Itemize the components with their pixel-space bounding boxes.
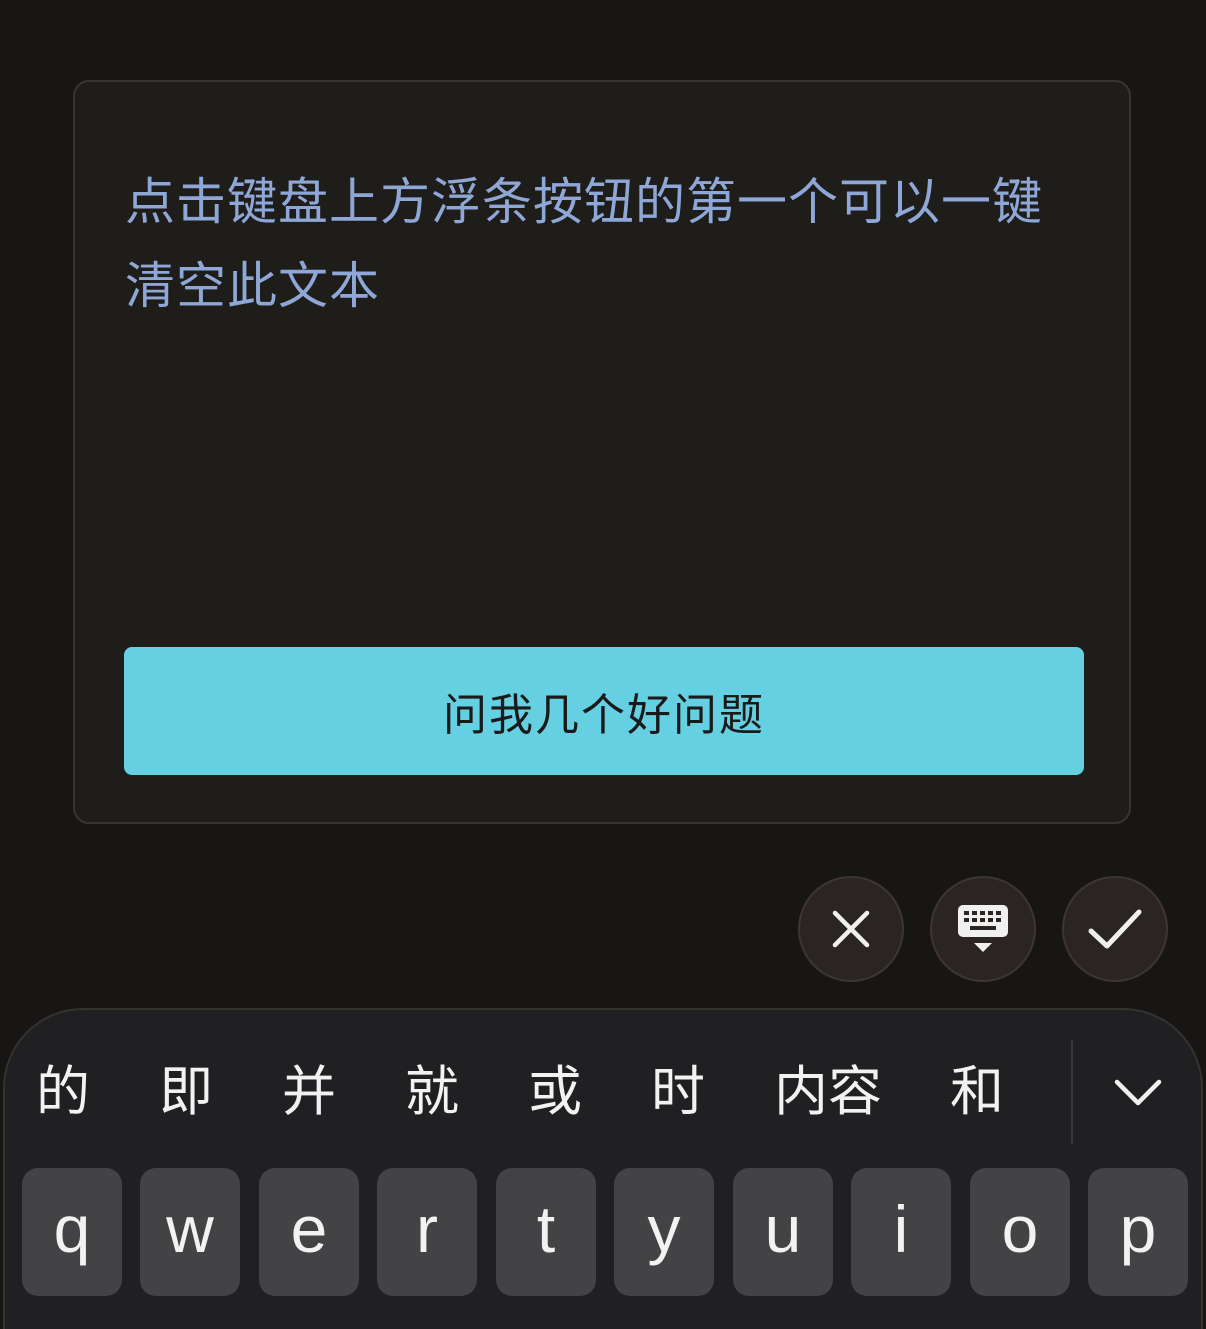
screen: 点击键盘上方浮条按钮的第一个可以一键清空此文本 问我几个好问题 的 即 并 就 … xyxy=(0,0,1206,1329)
key-q[interactable]: q xyxy=(22,1168,122,1296)
candidate-item[interactable]: 时 xyxy=(651,1040,705,1144)
clear-text-button[interactable] xyxy=(798,876,904,982)
expand-candidates-button[interactable] xyxy=(1095,1050,1181,1136)
check-icon xyxy=(1088,909,1142,949)
chevron-down-icon xyxy=(1114,1079,1162,1106)
key-u[interactable]: u xyxy=(733,1168,833,1296)
key-y[interactable]: y xyxy=(614,1168,714,1296)
close-icon xyxy=(832,910,870,948)
candidate-item[interactable]: 和 xyxy=(950,1040,1004,1144)
candidate-item[interactable]: 即 xyxy=(159,1040,213,1144)
ask-questions-button[interactable]: 问我几个好问题 xyxy=(124,647,1084,775)
candidate-item[interactable]: 或 xyxy=(528,1040,582,1144)
candidate-divider xyxy=(1071,1040,1073,1144)
candidate-item[interactable]: 并 xyxy=(282,1040,336,1144)
key-p[interactable]: p xyxy=(1088,1168,1188,1296)
key-r[interactable]: r xyxy=(377,1168,477,1296)
key-o[interactable]: o xyxy=(970,1168,1070,1296)
key-i[interactable]: i xyxy=(851,1168,951,1296)
candidate-item[interactable]: 就 xyxy=(405,1040,459,1144)
candidate-bar: 的 即 并 就 或 时 内容 和 xyxy=(5,1040,1071,1144)
text-card: 点击键盘上方浮条按钮的第一个可以一键清空此文本 问我几个好问题 xyxy=(73,80,1131,824)
note-text-area[interactable]: 点击键盘上方浮条按钮的第一个可以一键清空此文本 xyxy=(125,160,1055,328)
keyboard: 的 即 并 就 或 时 内容 和 q w e r t y u i o p xyxy=(3,1008,1203,1329)
key-e[interactable]: e xyxy=(259,1168,359,1296)
key-w[interactable]: w xyxy=(140,1168,240,1296)
done-button[interactable] xyxy=(1062,876,1168,982)
candidate-item[interactable]: 内容 xyxy=(774,1040,882,1144)
keyboard-hide-icon xyxy=(958,905,1008,952)
key-t[interactable]: t xyxy=(496,1168,596,1296)
hide-keyboard-button[interactable] xyxy=(930,876,1036,982)
candidate-item[interactable]: 的 xyxy=(36,1040,90,1144)
